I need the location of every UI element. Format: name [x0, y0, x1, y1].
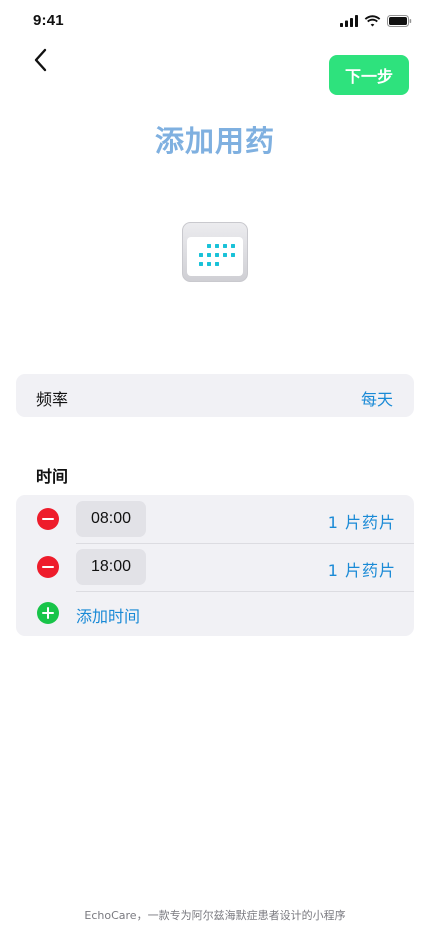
dose-selector[interactable]: 1 片药片: [328, 557, 396, 581]
cellular-signal-icon: [340, 12, 358, 31]
times-heading: 时间: [36, 467, 69, 486]
calendar-icon: [182, 222, 248, 282]
minus-icon: [42, 518, 54, 521]
chevron-left-icon: [33, 48, 47, 76]
remove-time-button[interactable]: [37, 556, 59, 578]
status-time: 9:41: [33, 12, 64, 29]
time-picker[interactable]: 18:00: [76, 549, 146, 585]
time-row: 18:00 1 片药片: [16, 543, 414, 591]
times-list: 08:00 1 片药片 18:00 1 片药片 添加时间: [16, 495, 414, 636]
time-picker[interactable]: 08:00: [76, 501, 146, 537]
add-time-label[interactable]: 添加时间: [76, 603, 140, 627]
frequency-value[interactable]: 每天: [361, 386, 393, 410]
page-title: 添加用药: [154, 124, 275, 158]
footer-text: EchoCare，一款专为阿尔兹海默症患者设计的小程序: [84, 909, 346, 922]
status-bar: 9:41: [0, 0, 430, 44]
add-time-button[interactable]: [37, 602, 59, 624]
time-row: 08:00 1 片药片: [16, 495, 414, 543]
frequency-label: 频率: [36, 390, 69, 409]
status-icons: [340, 14, 412, 28]
remove-time-button[interactable]: [37, 508, 59, 530]
battery-icon: [387, 12, 412, 31]
dose-selector[interactable]: 1 片药片: [328, 509, 396, 533]
add-time-row[interactable]: 添加时间: [16, 592, 414, 636]
next-button[interactable]: 下一步: [329, 55, 409, 95]
wifi-icon: [364, 12, 381, 31]
minus-icon: [42, 566, 54, 569]
frequency-row[interactable]: 频率 每天: [16, 374, 414, 417]
back-button[interactable]: [26, 48, 54, 76]
